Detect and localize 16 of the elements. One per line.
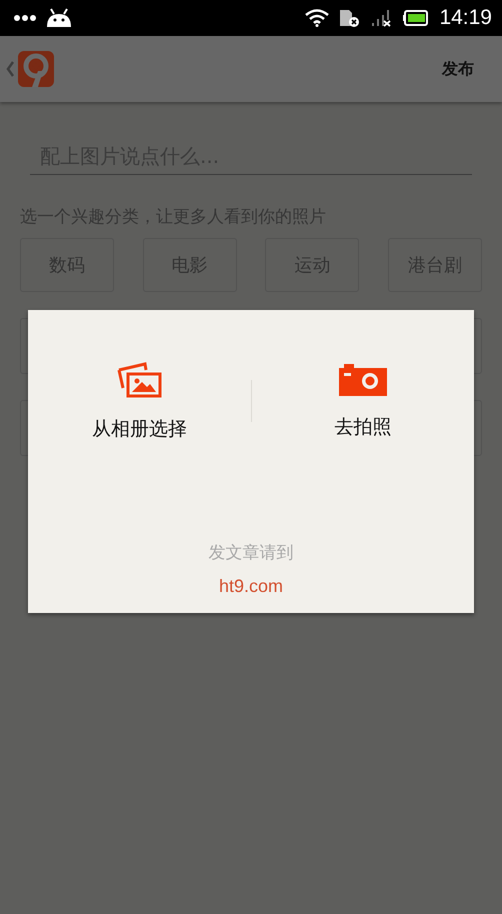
photos-icon [115, 360, 164, 398]
sim-error-icon [339, 9, 362, 27]
android-icon [46, 8, 72, 28]
publish-button[interactable]: 发布 [442, 54, 474, 84]
clock-time: 14:19 [439, 6, 492, 30]
footer-note: 发文章请到 [208, 542, 294, 564]
back-chevron-icon[interactable] [6, 61, 14, 77]
signal-icon [371, 9, 394, 27]
site-link[interactable]: ht9.com [218, 576, 284, 597]
app-logo-icon[interactable] [18, 51, 54, 87]
battery-icon [403, 10, 430, 26]
notification-dots-icon [14, 15, 36, 21]
take-photo-button[interactable]: 去拍照 [252, 362, 474, 440]
wifi-icon [305, 9, 330, 27]
camera-icon [338, 362, 387, 396]
album-button[interactable]: 从相册选择 [28, 360, 250, 442]
